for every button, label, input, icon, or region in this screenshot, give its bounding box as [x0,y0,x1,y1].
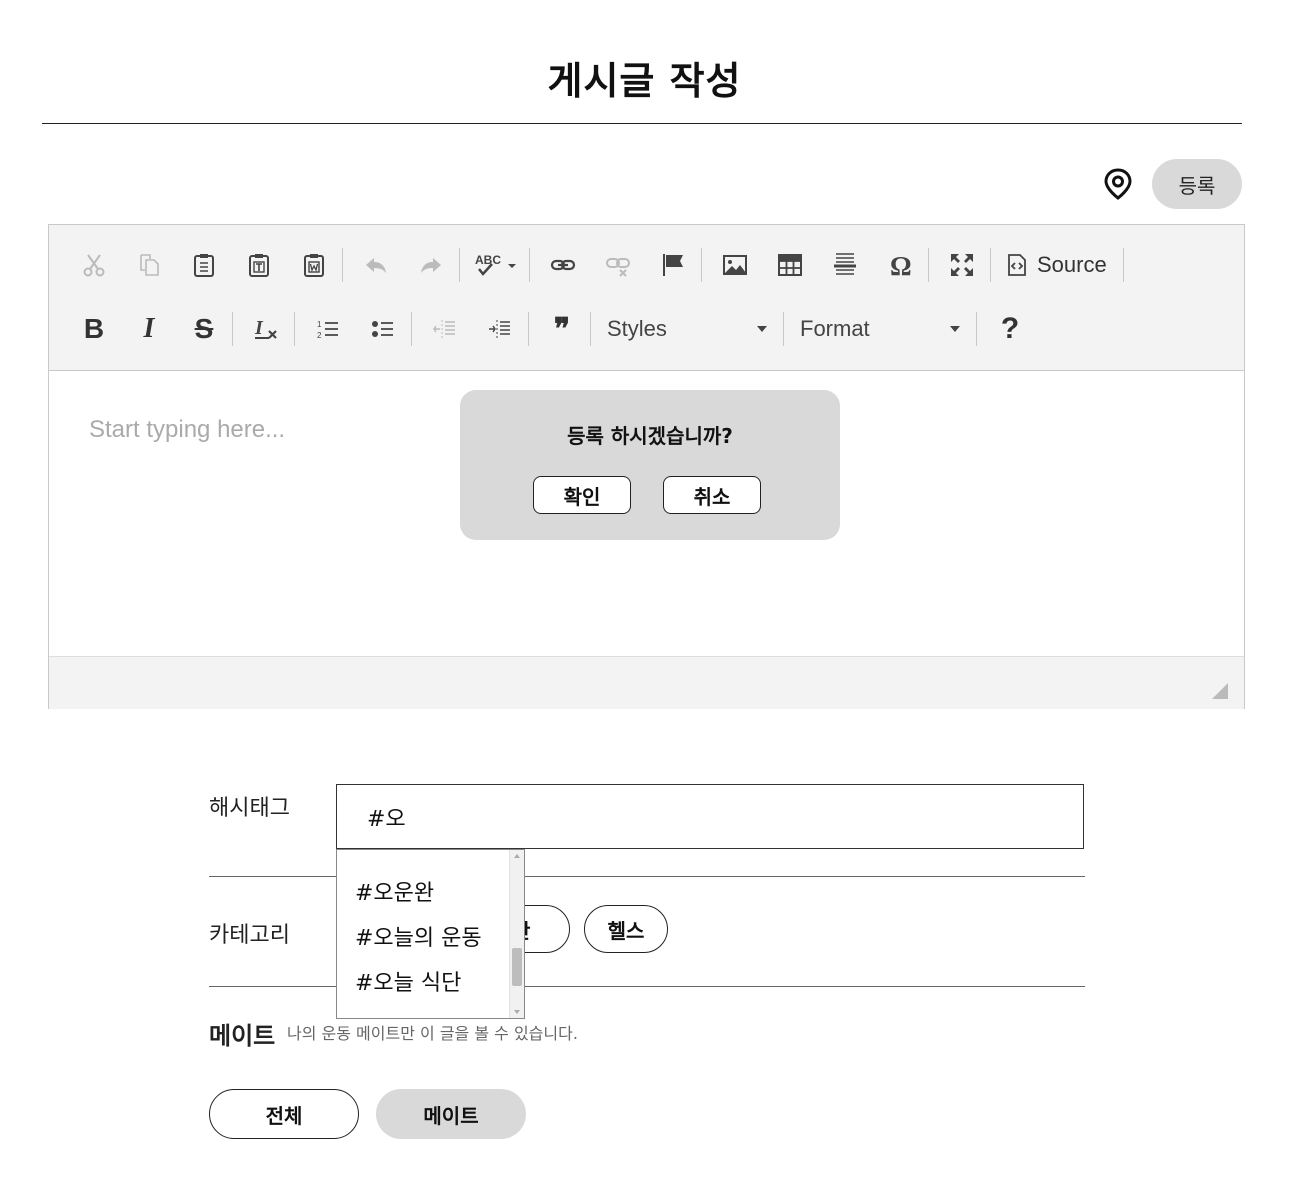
scroll-down-icon[interactable] [514,1010,520,1014]
toolbar-separator [528,312,529,346]
suggestion-item[interactable]: #오운완 [355,875,434,907]
register-button[interactable]: 등록 [1152,159,1242,209]
category-chip-gym[interactable]: 헬스 [584,905,668,953]
cancel-button[interactable]: 취소 [663,476,761,514]
toolbar-separator [990,248,991,282]
strikethrough-button[interactable]: S [185,312,223,346]
category-label: 카테고리 [209,923,290,948]
styles-dropdown[interactable]: Styles [605,312,779,346]
visibility-mate-button[interactable]: 메이트 [376,1089,526,1139]
toolbar-separator [976,312,977,346]
remove-format-icon[interactable]: I [247,312,285,346]
bold-button[interactable]: B [75,312,113,346]
hashtag-label: 해시태그 [209,796,290,821]
scroll-up-icon[interactable] [514,854,520,858]
bold-icon: B [83,313,105,344]
link-icon[interactable] [544,248,582,282]
anchor-flag-icon[interactable] [654,248,692,282]
toolbar-separator [411,312,412,346]
indent-icon[interactable] [481,312,519,346]
hashtag-input[interactable]: #오 [336,784,1084,849]
svg-text:I: I [254,317,264,339]
toolbar-separator [701,248,702,282]
image-icon[interactable] [716,248,754,282]
svg-text:Ω: Ω [890,252,912,278]
title-divider [42,123,1242,124]
toolbar-row-2: B I S I 12 ❞ Styles Format ? [75,309,1046,349]
toolbar-row-1: ABC Ω Source [75,245,1138,285]
toolbar-separator [590,312,591,346]
blockquote-icon: ❞ [553,312,571,346]
italic-icon: I [143,313,155,344]
chevron-down-icon [950,326,960,332]
mate-note: 나의 운동 메이트만 이 글을 볼 수 있습니다. [287,1024,578,1043]
source-label: Source [1037,252,1107,277]
editor-placeholder: Start typing here... [89,416,286,443]
maximize-icon[interactable] [943,248,981,282]
confirm-button[interactable]: 확인 [533,476,631,514]
outdent-icon[interactable] [426,312,464,346]
strikethrough-icon: S [194,313,214,344]
italic-button[interactable]: I [130,312,168,346]
editor-footer [49,656,1244,709]
suggestion-item[interactable]: #오늘의 운동 [355,920,482,952]
numbered-list-icon[interactable]: 12 [309,312,347,346]
svg-text:2: 2 [317,331,322,340]
cut-icon[interactable] [75,248,113,282]
editor-toolbar: ABC Ω Source B I S I 12 ❞ Styles Format … [49,225,1244,371]
toolbar-separator [294,312,295,346]
unlink-icon[interactable] [599,248,637,282]
svg-text:ABC: ABC [475,253,501,267]
format-label: Format [800,316,870,341]
special-char-icon[interactable]: Ω [881,248,919,282]
toolbar-separator [342,248,343,282]
scroll-thumb[interactable] [512,948,522,986]
toolbar-separator [783,312,784,346]
undo-icon[interactable] [357,248,395,282]
confirm-dialog: 등록 하시겠습니까? 확인 취소 [460,390,840,540]
toolbar-separator [928,248,929,282]
chevron-down-icon [757,326,767,332]
dialog-message: 등록 하시겠습니까? [567,424,733,448]
suggestion-item[interactable]: #오늘 식단 [355,965,461,997]
styles-label: Styles [607,316,667,341]
format-dropdown[interactable]: Format [798,312,972,346]
help-icon: ? [1000,312,1020,345]
bulleted-list-icon[interactable] [364,312,402,346]
scrollbar[interactable] [509,850,524,1018]
table-icon[interactable] [771,248,809,282]
blockquote-button[interactable]: ❞ [543,312,581,346]
help-button[interactable]: ? [991,312,1029,346]
mate-label: 메이트 [209,1022,276,1050]
paste-text-icon[interactable] [240,248,278,282]
paste-icon[interactable] [185,248,223,282]
hashtag-suggestion-list: #오운완 #오늘의 운동 #오늘 식단 [336,849,525,1019]
resize-handle-icon[interactable] [1212,683,1228,699]
spellcheck-icon[interactable]: ABC [474,248,520,282]
toolbar-separator [529,248,530,282]
copy-icon[interactable] [130,248,168,282]
location-pin-icon[interactable] [1102,168,1134,200]
page-title: 게시글 작성 [547,59,742,103]
visibility-all-button[interactable]: 전체 [209,1089,359,1139]
paste-word-icon[interactable] [295,248,333,282]
source-button[interactable]: Source [1005,252,1107,278]
toolbar-separator [459,248,460,282]
toolbar-separator [1122,248,1124,282]
svg-text:1: 1 [317,320,322,329]
horizontal-line-icon[interactable] [826,248,864,282]
source-icon [1008,254,1026,276]
toolbar-separator [232,312,233,346]
redo-icon[interactable] [412,248,450,282]
